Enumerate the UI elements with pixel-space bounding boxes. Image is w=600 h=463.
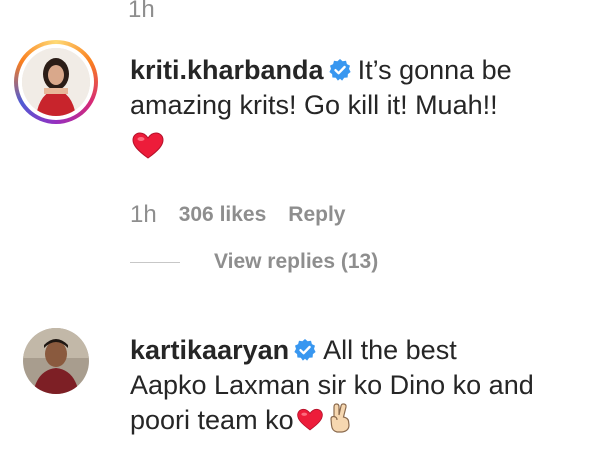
- red-heart-emoji-icon: [132, 132, 164, 159]
- avatar-photo: [23, 328, 89, 394]
- avatar-kartik[interactable]: [23, 328, 89, 394]
- reply-button[interactable]: Reply: [288, 203, 345, 227]
- avatar-photo: [22, 48, 90, 116]
- comment-line-2: Aapko Laxman sir ko Dino ko and: [130, 370, 534, 400]
- comment-line-1: All the best: [323, 335, 457, 365]
- verified-badge-icon: [294, 339, 316, 361]
- username-kriti[interactable]: kriti.kharbanda: [130, 55, 324, 85]
- comment-body-kartik: kartikaaryan All the best Aapko Laxman si…: [130, 333, 590, 438]
- comment-body-kriti: kriti.kharbanda It’s gonna be amazing kri…: [130, 53, 590, 123]
- view-replies-button[interactable]: View replies (13): [214, 250, 378, 274]
- comment-meta-kriti: 1h 306 likes Reply: [130, 201, 345, 229]
- replies-divider: [130, 261, 180, 263]
- comment-line-3: poori team ko: [130, 405, 294, 435]
- view-replies-row[interactable]: View replies (13): [130, 250, 378, 274]
- comment-line-1: It’s gonna be: [357, 55, 512, 85]
- avatar-kriti[interactable]: [14, 40, 98, 124]
- comment-time: 1h: [130, 201, 157, 228]
- story-ring: [14, 40, 98, 124]
- red-heart-emoji-icon: [296, 408, 323, 431]
- comment-line-2: amazing krits! Go kill it! Muah!!: [130, 90, 498, 120]
- victory-hand-emoji-icon: [329, 403, 350, 433]
- verified-badge-icon: [328, 59, 351, 81]
- previous-comment-time: 1h: [128, 0, 155, 23]
- likes-count[interactable]: 306 likes: [179, 203, 267, 227]
- username-kartik[interactable]: kartikaaryan: [130, 335, 289, 365]
